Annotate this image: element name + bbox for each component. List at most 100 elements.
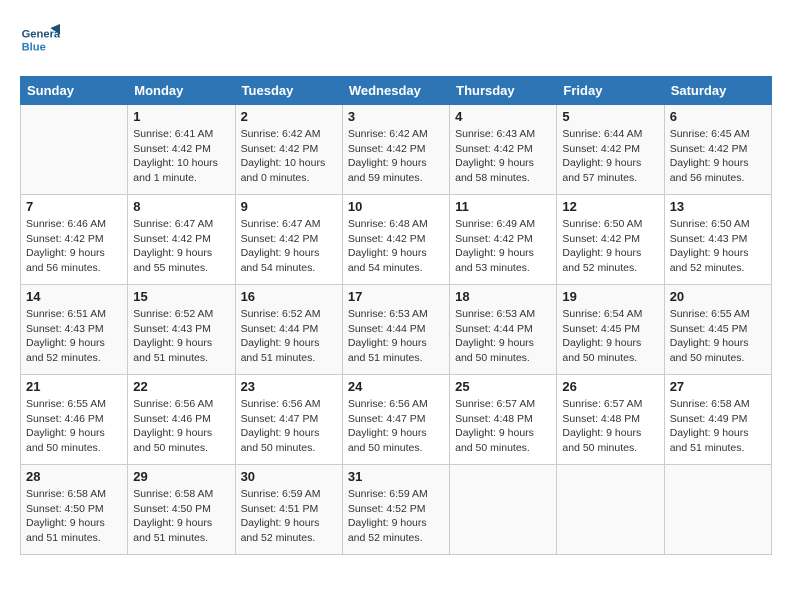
calendar-cell: 11 Sunrise: 6:49 AM Sunset: 4:42 PM Dayli… — [450, 195, 557, 285]
day-number: 24 — [348, 379, 444, 394]
calendar-cell: 24 Sunrise: 6:56 AM Sunset: 4:47 PM Dayli… — [342, 375, 449, 465]
day-number: 26 — [562, 379, 658, 394]
calendar-cell: 9 Sunrise: 6:47 AM Sunset: 4:42 PM Daylig… — [235, 195, 342, 285]
calendar-header-row: SundayMondayTuesdayWednesdayThursdayFrid… — [21, 77, 772, 105]
calendar-cell — [21, 105, 128, 195]
calendar-cell: 13 Sunrise: 6:50 AM Sunset: 4:43 PM Dayli… — [664, 195, 771, 285]
cell-info: Sunrise: 6:55 AM Sunset: 4:45 PM Dayligh… — [670, 307, 766, 366]
cell-info: Sunrise: 6:49 AM Sunset: 4:42 PM Dayligh… — [455, 217, 551, 276]
cell-info: Sunrise: 6:58 AM Sunset: 4:49 PM Dayligh… — [670, 397, 766, 456]
day-number: 23 — [241, 379, 337, 394]
day-number: 1 — [133, 109, 229, 124]
week-row-4: 21 Sunrise: 6:55 AM Sunset: 4:46 PM Dayli… — [21, 375, 772, 465]
calendar-cell: 30 Sunrise: 6:59 AM Sunset: 4:51 PM Dayli… — [235, 465, 342, 555]
day-header-saturday: Saturday — [664, 77, 771, 105]
cell-info: Sunrise: 6:59 AM Sunset: 4:52 PM Dayligh… — [348, 487, 444, 546]
calendar-cell: 25Sunrise: 6:57 AM Sunset: 4:48 PM Dayli… — [450, 375, 557, 465]
day-number: 16 — [241, 289, 337, 304]
cell-info: Sunrise: 6:55 AM Sunset: 4:46 PM Dayligh… — [26, 397, 122, 456]
cell-info: Sunrise: 6:59 AM Sunset: 4:51 PM Dayligh… — [241, 487, 337, 546]
calendar-cell: 20 Sunrise: 6:55 AM Sunset: 4:45 PM Dayli… — [664, 285, 771, 375]
cell-info: Sunrise: 6:58 AM Sunset: 4:50 PM Dayligh… — [133, 487, 229, 546]
cell-info: Sunrise: 6:54 AM Sunset: 4:45 PM Dayligh… — [562, 307, 658, 366]
cell-info: Sunrise: 6:46 AM Sunset: 4:42 PM Dayligh… — [26, 217, 122, 276]
calendar-cell: 21 Sunrise: 6:55 AM Sunset: 4:46 PM Dayli… — [21, 375, 128, 465]
calendar-cell: 31 Sunrise: 6:59 AM Sunset: 4:52 PM Dayli… — [342, 465, 449, 555]
calendar-cell: 23 Sunrise: 6:56 AM Sunset: 4:47 PM Dayli… — [235, 375, 342, 465]
day-number: 20 — [670, 289, 766, 304]
calendar-cell: 4 Sunrise: 6:43 AM Sunset: 4:42 PM Daylig… — [450, 105, 557, 195]
cell-info: Sunrise: 6:45 AM Sunset: 4:42 PM Dayligh… — [670, 127, 766, 186]
day-number: 29 — [133, 469, 229, 484]
day-number: 15 — [133, 289, 229, 304]
day-number: 22 — [133, 379, 229, 394]
calendar-cell: 8 Sunrise: 6:47 AM Sunset: 4:42 PM Daylig… — [128, 195, 235, 285]
day-number: 17 — [348, 289, 444, 304]
calendar-body: 1Sunrise: 6:41 AM Sunset: 4:42 PM Daylig… — [21, 105, 772, 555]
day-number: 28 — [26, 469, 122, 484]
calendar-cell: 28Sunrise: 6:58 AM Sunset: 4:50 PM Dayli… — [21, 465, 128, 555]
day-number: 8 — [133, 199, 229, 214]
day-number: 25 — [455, 379, 551, 394]
calendar-cell: 14 Sunrise: 6:51 AM Sunset: 4:43 PM Dayli… — [21, 285, 128, 375]
day-number: 5 — [562, 109, 658, 124]
cell-info: Sunrise: 6:53 AM Sunset: 4:44 PM Dayligh… — [455, 307, 551, 366]
cell-info: Sunrise: 6:47 AM Sunset: 4:42 PM Dayligh… — [133, 217, 229, 276]
calendar-cell — [664, 465, 771, 555]
day-header-thursday: Thursday — [450, 77, 557, 105]
week-row-1: 1Sunrise: 6:41 AM Sunset: 4:42 PM Daylig… — [21, 105, 772, 195]
day-header-tuesday: Tuesday — [235, 77, 342, 105]
day-number: 31 — [348, 469, 444, 484]
calendar-cell: 7 Sunrise: 6:46 AM Sunset: 4:42 PM Daylig… — [21, 195, 128, 285]
week-row-2: 7 Sunrise: 6:46 AM Sunset: 4:42 PM Daylig… — [21, 195, 772, 285]
day-header-wednesday: Wednesday — [342, 77, 449, 105]
week-row-3: 14 Sunrise: 6:51 AM Sunset: 4:43 PM Dayli… — [21, 285, 772, 375]
day-number: 21 — [26, 379, 122, 394]
calendar-cell: 6 Sunrise: 6:45 AM Sunset: 4:42 PM Daylig… — [664, 105, 771, 195]
cell-info: Sunrise: 6:56 AM Sunset: 4:46 PM Dayligh… — [133, 397, 229, 456]
day-number: 13 — [670, 199, 766, 214]
svg-text:Blue: Blue — [22, 41, 46, 53]
day-number: 12 — [562, 199, 658, 214]
calendar-cell: 2 Sunrise: 6:42 AM Sunset: 4:42 PM Daylig… — [235, 105, 342, 195]
cell-info: Sunrise: 6:56 AM Sunset: 4:47 PM Dayligh… — [241, 397, 337, 456]
day-number: 4 — [455, 109, 551, 124]
calendar-cell: 10Sunrise: 6:48 AM Sunset: 4:42 PM Dayli… — [342, 195, 449, 285]
cell-info: Sunrise: 6:52 AM Sunset: 4:44 PM Dayligh… — [241, 307, 337, 366]
calendar-cell — [557, 465, 664, 555]
calendar-cell: 5 Sunrise: 6:44 AM Sunset: 4:42 PM Daylig… — [557, 105, 664, 195]
day-header-monday: Monday — [128, 77, 235, 105]
day-number: 2 — [241, 109, 337, 124]
cell-info: Sunrise: 6:47 AM Sunset: 4:42 PM Dayligh… — [241, 217, 337, 276]
day-number: 6 — [670, 109, 766, 124]
day-number: 3 — [348, 109, 444, 124]
day-header-friday: Friday — [557, 77, 664, 105]
cell-info: Sunrise: 6:42 AM Sunset: 4:42 PM Dayligh… — [348, 127, 444, 186]
calendar-cell: 22 Sunrise: 6:56 AM Sunset: 4:46 PM Dayli… — [128, 375, 235, 465]
day-header-sunday: Sunday — [21, 77, 128, 105]
day-number: 30 — [241, 469, 337, 484]
calendar-cell: 27 Sunrise: 6:58 AM Sunset: 4:49 PM Dayli… — [664, 375, 771, 465]
cell-info: Sunrise: 6:50 AM Sunset: 4:43 PM Dayligh… — [670, 217, 766, 276]
page-header: General Blue — [20, 20, 772, 60]
calendar-cell: 19Sunrise: 6:54 AM Sunset: 4:45 PM Dayli… — [557, 285, 664, 375]
logo-icon: General Blue — [20, 20, 60, 60]
logo: General Blue — [20, 20, 64, 60]
calendar-cell — [450, 465, 557, 555]
cell-info: Sunrise: 6:44 AM Sunset: 4:42 PM Dayligh… — [562, 127, 658, 186]
cell-info: Sunrise: 6:42 AM Sunset: 4:42 PM Dayligh… — [241, 127, 337, 186]
calendar-cell: 15Sunrise: 6:52 AM Sunset: 4:43 PM Dayli… — [128, 285, 235, 375]
day-number: 14 — [26, 289, 122, 304]
calendar-table: SundayMondayTuesdayWednesdayThursdayFrid… — [20, 76, 772, 555]
day-number: 9 — [241, 199, 337, 214]
day-number: 7 — [26, 199, 122, 214]
cell-info: Sunrise: 6:43 AM Sunset: 4:42 PM Dayligh… — [455, 127, 551, 186]
cell-info: Sunrise: 6:48 AM Sunset: 4:42 PM Dayligh… — [348, 217, 444, 276]
day-number: 27 — [670, 379, 766, 394]
cell-info: Sunrise: 6:56 AM Sunset: 4:47 PM Dayligh… — [348, 397, 444, 456]
calendar-cell: 3 Sunrise: 6:42 AM Sunset: 4:42 PM Daylig… — [342, 105, 449, 195]
cell-info: Sunrise: 6:51 AM Sunset: 4:43 PM Dayligh… — [26, 307, 122, 366]
week-row-5: 28 Sunrise: 6:58 AM Sunset: 4:50 PM Dayli… — [21, 465, 772, 555]
day-number: 11 — [455, 199, 551, 214]
calendar-cell: 18Sunrise: 6:53 AM Sunset: 4:44 PM Dayli… — [450, 285, 557, 375]
